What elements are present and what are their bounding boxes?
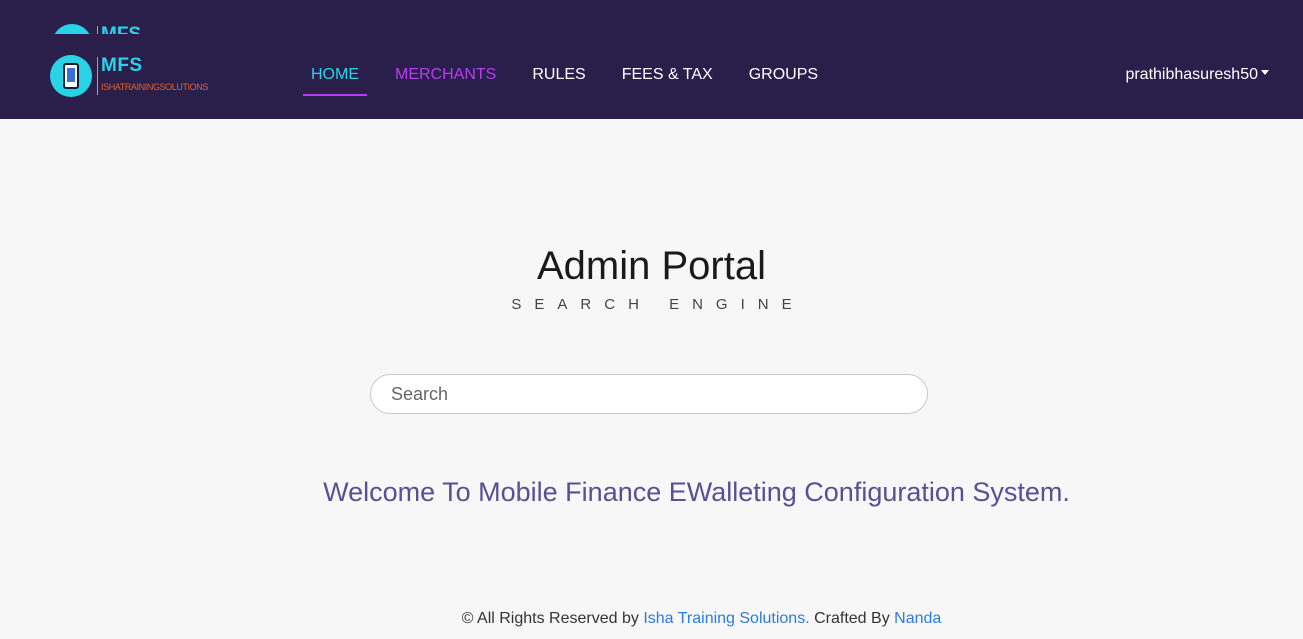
footer: © All Rights Reserved by Isha Training S…	[0, 610, 1303, 628]
nav-fees-tax[interactable]: FEES & TAX	[614, 56, 721, 96]
logo-divider	[97, 57, 98, 95]
page-subtitle: SEARCH ENGINE	[511, 296, 805, 313]
page-title: Admin Portal	[537, 244, 766, 288]
search-input[interactable]	[370, 374, 928, 414]
user-name: prathibhasuresh50	[1125, 66, 1258, 83]
caret-down-icon	[1261, 70, 1269, 76]
footer-company-link[interactable]: Isha Training Solutions.	[643, 610, 809, 627]
logo-ghost: MFS	[52, 0, 192, 34]
footer-author-link[interactable]: Nanda	[894, 610, 941, 627]
brand-subtitle: ISHATRAININGSOLUTIONS	[101, 82, 208, 92]
footer-copyright: © All Rights Reserved by	[461, 610, 639, 627]
nav-rules[interactable]: RULES	[524, 56, 593, 96]
nav-home[interactable]: HOME	[303, 56, 367, 96]
brand-logo[interactable]: MFS ISHATRAININGSOLUTIONS	[50, 53, 208, 99]
nav-groups[interactable]: GROUPS	[741, 56, 826, 96]
user-menu[interactable]: prathibhasuresh50	[1125, 66, 1269, 84]
brand-name: MFS	[101, 55, 143, 76]
footer-crafted-by: Crafted By	[814, 610, 890, 627]
nav-merchants[interactable]: MERCHANTS	[387, 56, 504, 96]
phone-icon	[63, 63, 79, 89]
top-navbar: MFS MFS ISHATRAININGSOLUTIONS HOME MERCH…	[0, 0, 1303, 119]
logo-circle	[50, 55, 92, 97]
main-nav: HOME MERCHANTS RULES FEES & TAX GROUPS	[303, 56, 846, 96]
welcome-message: Welcome To Mobile Finance EWalleting Con…	[323, 477, 1070, 507]
